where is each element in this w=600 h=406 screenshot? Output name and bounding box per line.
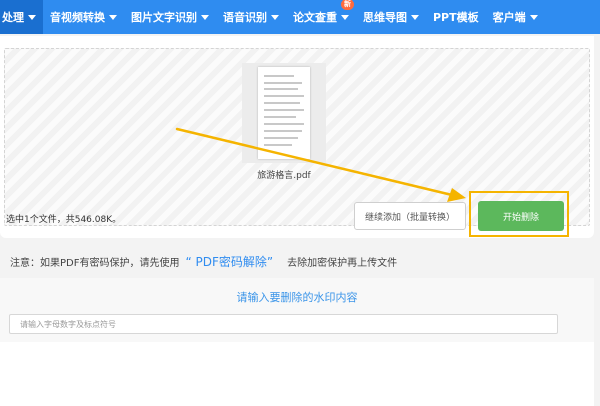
nav-item-client[interactable]: 客户端	[486, 0, 545, 34]
nav-item-speech[interactable]: 语音识别	[216, 0, 286, 34]
new-badge: 新	[341, 0, 354, 10]
nav-item-image-ocr[interactable]: 图片文字识别	[124, 0, 216, 34]
nav-item-audio-video[interactable]: 音视频转换	[43, 0, 124, 34]
nav-item-mindmap[interactable]: 思维导图	[356, 0, 426, 34]
watermark-title: 请输入要删除的水印内容	[236, 291, 358, 304]
nav-item-label: 论文查重	[293, 11, 337, 24]
nav-item-label: 图片文字识别	[131, 11, 197, 24]
caret-down-icon	[271, 14, 279, 20]
nav-item-label: 处理	[2, 11, 24, 24]
nav-item-label: 音视频转换	[50, 11, 105, 24]
selection-info: 选中1个文件，共546.08K。	[6, 215, 122, 225]
pdf-unlock-link[interactable]: “ PDF密码解除”	[185, 253, 273, 270]
top-nav: 处理 音视频转换 图片文字识别 语音识别 论文查重 新 思维导图 PPT模板 客…	[0, 0, 600, 34]
caret-down-icon	[529, 14, 538, 20]
caret-down-icon	[411, 14, 419, 20]
nav-item-label: PPT模板	[433, 11, 479, 24]
lower-area	[0, 342, 594, 406]
caret-down-icon	[341, 14, 349, 20]
notice-prefix: 注意：如果PDF有密码保护，请先使用	[10, 258, 180, 269]
file-name: 旅游格言.pdf	[257, 171, 311, 181]
password-notice: 注意：如果PDF有密码保护，请先使用 “ PDF密码解除” 去除加密保护再上传文…	[10, 253, 397, 270]
continue-add-button[interactable]: 继续添加（批量转换）	[354, 202, 466, 230]
start-delete-button[interactable]: 开始删除	[478, 201, 564, 231]
nav-item-ppt[interactable]: PPT模板	[426, 0, 486, 34]
caret-down-icon	[201, 14, 209, 20]
nav-item-label: 思维导图	[363, 11, 407, 24]
nav-item-processing[interactable]: 处理	[0, 0, 43, 34]
notice-suffix: 去除加密保护再上传文件	[287, 258, 398, 269]
file-thumbnail[interactable]	[242, 63, 326, 163]
nav-item-label: 客户端	[492, 11, 526, 24]
nav-item-label: 语音识别	[223, 11, 267, 24]
pdf-page-icon	[258, 67, 310, 159]
nav-item-plagiarism[interactable]: 论文查重 新	[286, 0, 356, 34]
caret-down-icon	[109, 14, 117, 20]
page-gutter	[594, 34, 600, 406]
caret-down-icon	[28, 14, 36, 20]
watermark-input[interactable]	[9, 314, 558, 334]
